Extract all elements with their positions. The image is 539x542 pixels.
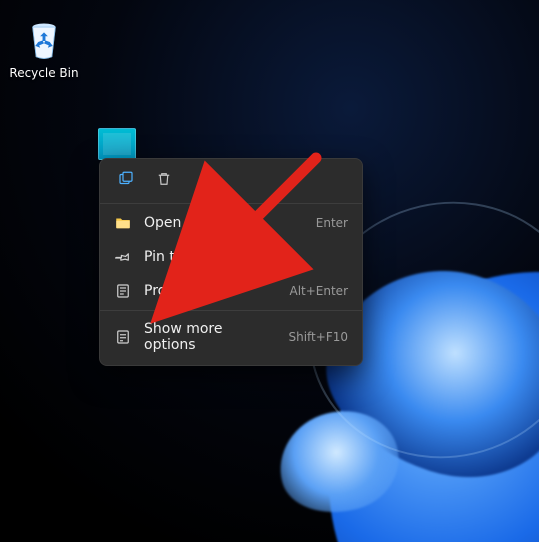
recycle-bin-desktop-icon[interactable]: Recycle Bin [8,20,80,80]
open-with-icon [117,170,135,192]
pin-icon [114,248,132,266]
recycle-bin-label: Recycle Bin [8,66,80,80]
trash-icon [155,170,173,192]
open-menu-item[interactable]: Open Enter [100,206,362,240]
context-menu-top-actions [100,163,362,201]
menu-item-accelerator: Enter [316,216,348,230]
properties-menu-item[interactable]: Properties Alt+Enter [100,274,362,308]
more-options-icon [114,328,132,346]
selected-folder-icon[interactable] [98,128,136,160]
pin-to-start-menu-item[interactable]: Pin to Start [100,240,362,274]
context-menu: Open Enter Pin to Start Properties Alt+E… [99,158,363,366]
recycle-bin-icon [23,20,65,62]
folder-icon [114,214,132,232]
menu-separator [100,203,362,204]
menu-item-label: Open [144,215,304,231]
menu-item-label: Show more options [144,321,276,353]
show-more-options-menu-item[interactable]: Show more options Shift+F10 [100,313,362,361]
delete-button[interactable] [152,169,176,193]
open-in-new-window-button[interactable] [114,169,138,193]
menu-item-label: Properties [144,283,277,299]
properties-icon [114,282,132,300]
menu-item-accelerator: Shift+F10 [288,330,348,344]
menu-item-label: Pin to Start [144,249,336,265]
menu-item-accelerator: Alt+Enter [289,284,348,298]
menu-separator [100,310,362,311]
